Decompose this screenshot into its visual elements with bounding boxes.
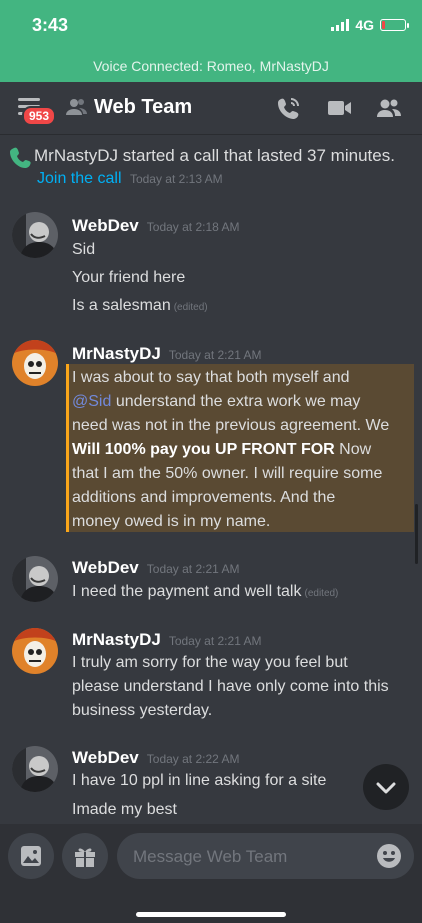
gift-icon [75,848,95,867]
join-call-row: Join the call Today at 2:13 AM [37,170,223,188]
message-line: Your friend here [72,269,186,286]
message-line: business yesterday. [72,702,213,719]
members-icon[interactable] [376,96,402,120]
message-input[interactable]: Message Web Team [117,833,414,879]
avatar-mrnastydj[interactable] [12,340,58,386]
channel-name: Web Team [94,96,193,118]
emoji-icon[interactable] [376,843,402,869]
user-mention[interactable]: @Sid [72,393,111,410]
message-timestamp: Today at 2:21 AM [168,348,262,362]
avatar-mrnastydj[interactable] [12,628,58,674]
phone-icon [10,147,31,168]
message-author[interactable]: MrNastyDJ Today at 2:21 AM [72,630,262,650]
message-line: please understand I have only come into … [72,678,389,695]
battery-icon [380,19,409,31]
gift-button[interactable] [62,833,108,879]
image-icon [21,846,41,866]
message-timestamp: Today at 2:21 AM [146,562,240,576]
message-line: I truly am sorry for the way you feel bu… [72,654,348,671]
message-line: I need the payment and well talk (edited) [72,583,339,600]
message-timestamp: Today at 2:18 AM [146,220,240,234]
message-author[interactable]: WebDev Today at 2:18 AM [72,216,240,236]
message-line: Sid [72,241,96,258]
status-time: 3:43 [32,15,69,35]
chevron-down-icon [376,782,396,794]
message-author[interactable]: WebDev Today at 2:21 AM [72,558,240,578]
message-input-placeholder: Message Web Team [133,847,288,866]
voice-connected-text: Voice Connected: Romeo, MrNastyDJ [93,58,329,74]
upload-image-button[interactable] [8,833,54,879]
message-line: Imade my best [72,801,177,818]
message-timestamp: Today at 2:21 AM [168,634,262,648]
edited-label: (edited) [173,302,208,313]
signal-icon [331,19,350,31]
message-timestamp: Today at 2:22 AM [146,752,240,766]
message-body: I was about to say that both myself and … [72,369,390,530]
network-label: 4G [355,17,374,33]
video-icon[interactable] [327,96,353,120]
unread-badge: 953 [22,106,57,126]
message-author[interactable]: MrNastyDJ Today at 2:21 AM [72,344,262,364]
call-system-message: MrNastyDJ started a call that lasted 37 … [10,146,395,187]
battery-level [382,21,385,29]
message-author[interactable]: WebDev Today at 2:22 AM [72,748,240,768]
group-dm-icon [66,99,87,115]
channel-header: 953 Web Team [0,82,422,135]
avatar-webdev[interactable] [12,746,58,792]
avatar-webdev[interactable] [12,212,58,258]
join-call-link[interactable]: Join the call [37,170,122,187]
call-summary: MrNastyDJ started a call that lasted 37 … [34,146,395,165]
status-bar: 3:43 4G [0,0,422,50]
phone-call-icon[interactable] [276,96,302,120]
home-indicator [136,912,286,917]
status-indicators: 4G [331,17,409,33]
avatar-webdev[interactable] [12,556,58,602]
message-list[interactable]: MrNastyDJ started a call that lasted 37 … [0,134,422,824]
edited-label: (edited) [304,588,339,599]
voice-connected-banner[interactable]: Voice Connected: Romeo, MrNastyDJ [0,50,422,82]
call-timestamp: Today at 2:13 AM [129,172,223,186]
message-composer: Message Web Team [0,824,422,923]
message-line: Is a salesman (edited) [72,297,208,314]
message-line: I have 10 ppl in line asking for a site [72,772,327,789]
jump-to-present-button[interactable] [363,764,409,810]
bold-text: Will 100% pay you UP FRONT FOR [72,441,335,458]
scrollbar[interactable] [415,504,418,564]
